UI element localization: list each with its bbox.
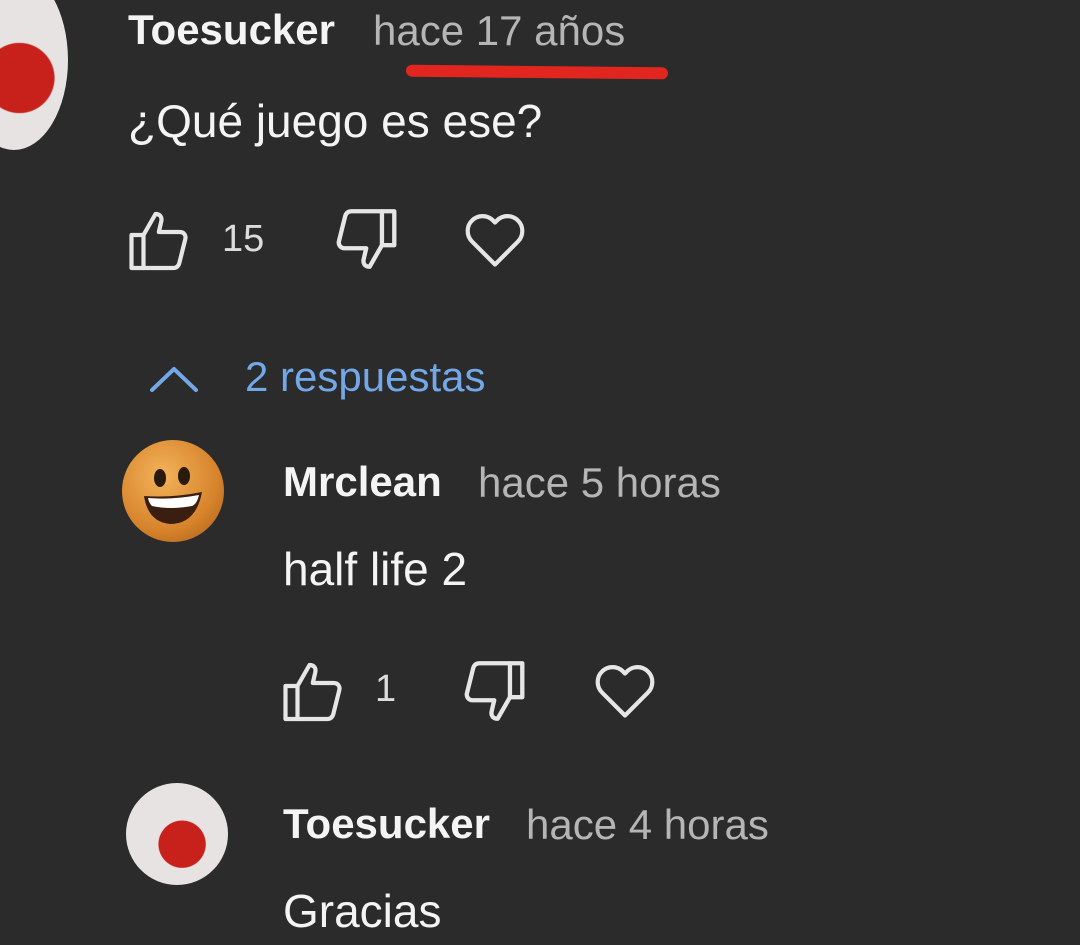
annotation-underline [405, 64, 669, 80]
comment-timestamp[interactable]: hace 17 años [373, 7, 625, 55]
comment-author[interactable]: Mrclean [283, 458, 442, 506]
comment-author[interactable]: Toesucker [128, 6, 335, 54]
comment-timestamp[interactable]: hace 4 horas [526, 801, 769, 849]
heart-icon[interactable] [459, 203, 531, 275]
comment-text: ¿Qué juego es ese? [128, 95, 543, 147]
comment-text: Gracias [283, 885, 442, 937]
comment-text: half life 2 [283, 543, 468, 595]
avatar[interactable] [122, 440, 224, 542]
avatar[interactable] [126, 783, 228, 885]
comment-author[interactable]: Toesucker [283, 800, 490, 848]
like-icon[interactable] [278, 656, 350, 728]
smiley-face-icon [144, 467, 202, 524]
comment-timestamp[interactable]: hace 5 horas [478, 459, 721, 507]
dislike-icon[interactable] [456, 654, 530, 728]
heart-icon[interactable] [589, 654, 661, 726]
like-icon[interactable] [124, 205, 196, 277]
avatar[interactable] [0, 0, 68, 150]
dislike-icon[interactable] [328, 202, 402, 276]
replies-toggle[interactable]: 2 respuestas [245, 353, 485, 401]
like-count: 1 [375, 668, 397, 710]
like-count: 15 [222, 218, 265, 260]
chevron-up-icon[interactable] [147, 362, 201, 396]
